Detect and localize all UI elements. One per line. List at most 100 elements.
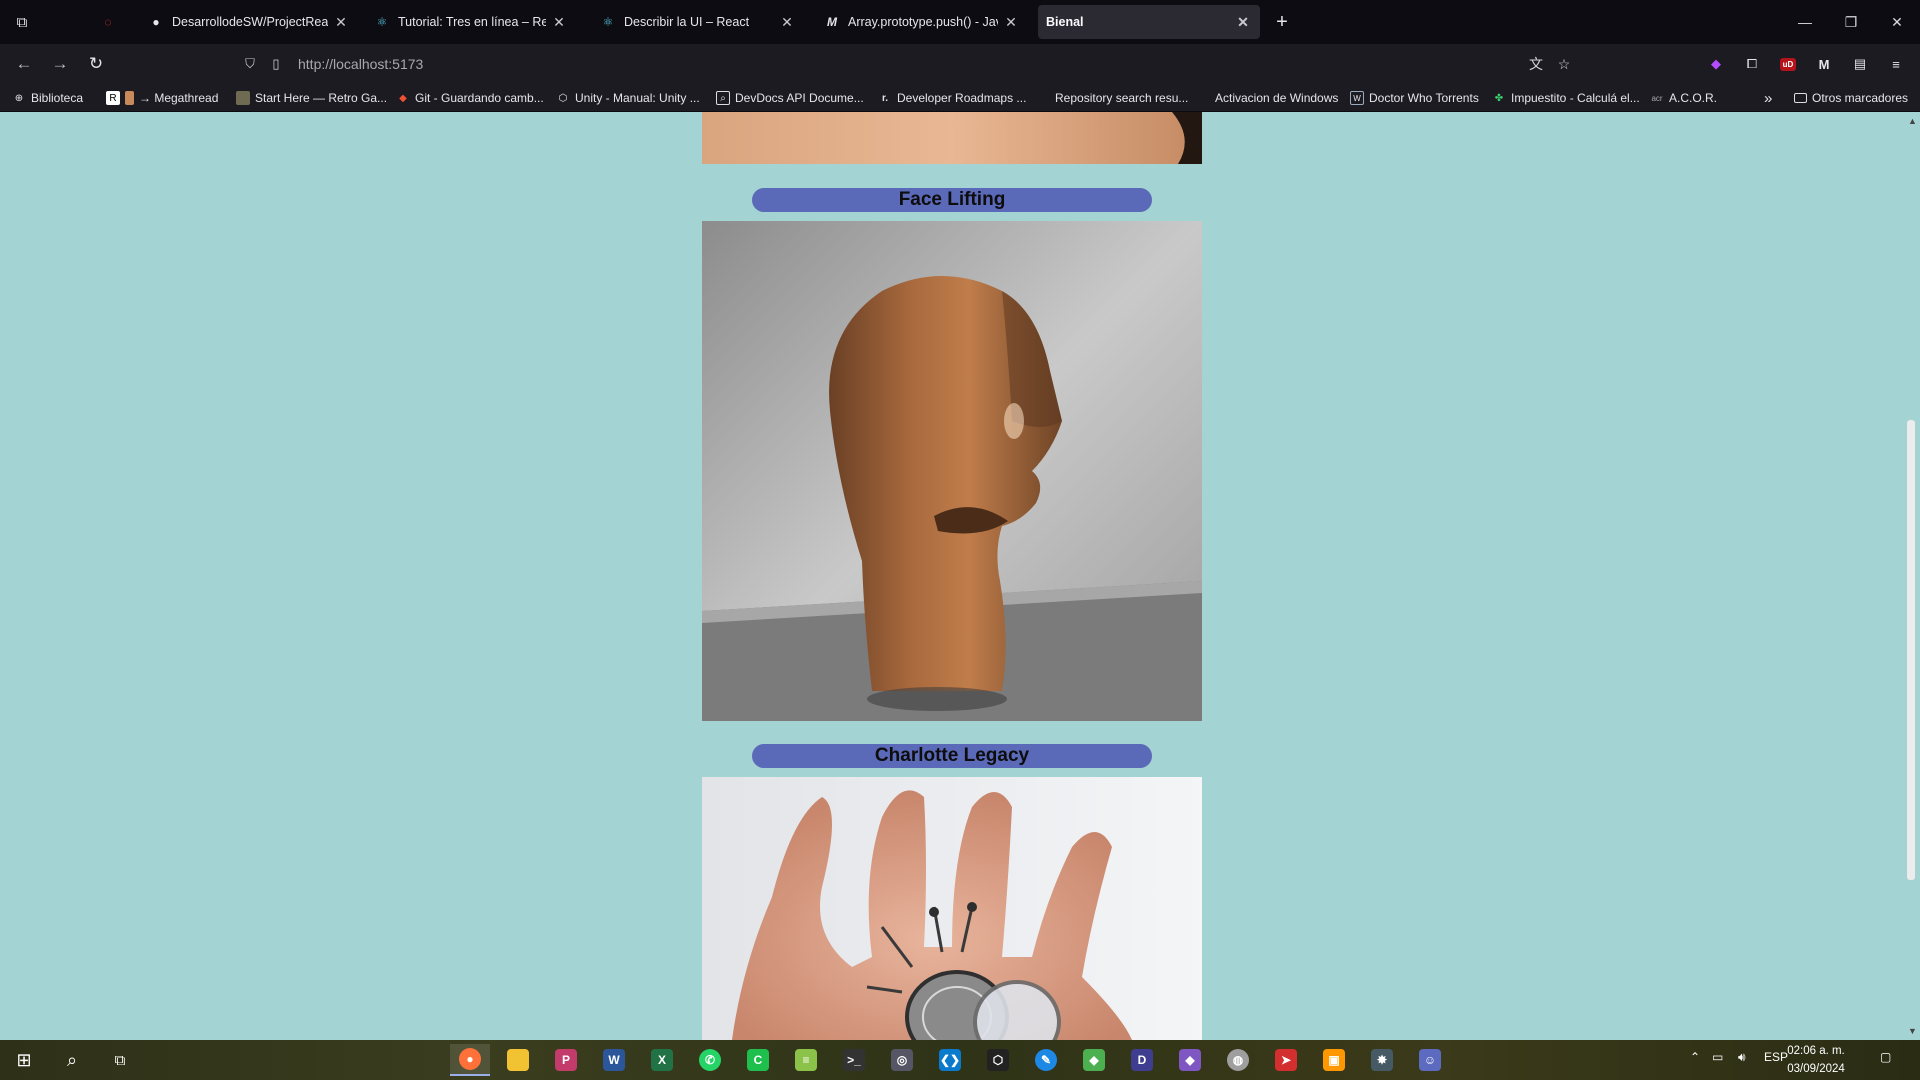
more-bookmarks-button[interactable]: » xyxy=(1764,88,1772,108)
taskbar-app[interactable]: ▣ xyxy=(1314,1044,1354,1076)
bookmark-label: Unity - Manual: Unity ... xyxy=(575,91,700,105)
taskbar-notepad[interactable]: ≡ xyxy=(786,1044,826,1076)
acor-icon: acr xyxy=(1651,93,1663,103)
restore-button[interactable]: ❐ xyxy=(1828,0,1874,44)
extensions-puzzle-icon[interactable]: ⧠ xyxy=(1740,52,1764,76)
url-bar[interactable]: ⛉ ▯ http://localhost:5173 文 ☆ xyxy=(232,48,1582,80)
url-text[interactable]: http://localhost:5173 xyxy=(298,56,423,72)
bookmark-item[interactable]: ⌕ DevDocs API Docume... xyxy=(716,88,864,108)
app-icon: D xyxy=(1131,1049,1153,1071)
bookmark-item[interactable]: W Doctor Who Torrents xyxy=(1350,88,1479,108)
bookmark-star-icon[interactable]: ☆ xyxy=(1552,52,1576,76)
malwarebytes-icon[interactable]: M xyxy=(1812,52,1836,76)
close-tab-icon[interactable]: ✕ xyxy=(550,14,568,31)
unity-icon: ⬡ xyxy=(987,1049,1009,1071)
tab-bar: ⧉ ◌ ● DesarrollodeSW/ProjectReact/B ✕ ⚛ … xyxy=(0,0,1920,44)
app-icon: ✸ xyxy=(1371,1049,1393,1071)
taskbar-editor[interactable]: C xyxy=(738,1044,778,1076)
navigation-toolbar: ← → ↻ ⛉ ▯ http://localhost:5173 文 ☆ ◆ ⧠ … xyxy=(0,44,1920,84)
tab-describir[interactable]: ⚛ Describir la UI – React ✕ xyxy=(592,5,804,39)
devdocs-icon: ⌕ xyxy=(716,91,730,105)
scroll-down-icon[interactable]: ▼ xyxy=(1906,1024,1919,1038)
taskbar-app[interactable]: ◎ xyxy=(882,1044,922,1076)
task-view-icon: ⧉ xyxy=(114,1051,126,1069)
bookmark-item[interactable]: Start Here — Retro Ga... xyxy=(236,88,387,108)
terminal-icon: >_ xyxy=(843,1049,865,1071)
app-icon: ➤ xyxy=(1275,1049,1297,1071)
notifications-icon[interactable]: ▢ xyxy=(1880,1050,1891,1064)
tab-tutorial[interactable]: ⚛ Tutorial: Tres en línea – React ✕ xyxy=(366,5,576,39)
taskbar-file-explorer[interactable] xyxy=(498,1044,538,1076)
taskbar-app[interactable]: ➤ xyxy=(1266,1044,1306,1076)
taskbar-app[interactable]: D xyxy=(1122,1044,1162,1076)
tab-label: Bienal xyxy=(1046,15,1084,29)
translate-icon[interactable]: 文 xyxy=(1524,52,1548,76)
extension-icon[interactable]: ◆ xyxy=(1704,52,1728,76)
close-tab-icon[interactable]: ✕ xyxy=(778,14,796,31)
taskbar-app[interactable]: ◍ xyxy=(1218,1044,1258,1076)
search-button[interactable]: ⌕ xyxy=(52,1044,92,1076)
tab-list-icon: ⧉ xyxy=(16,13,28,31)
ublock-icon[interactable]: uD xyxy=(1776,52,1800,76)
task-view-button[interactable]: ⧉ xyxy=(100,1044,140,1076)
close-tab-icon[interactable]: ✕ xyxy=(1002,14,1020,31)
bookmark-item[interactable]: Activacion de Windows xyxy=(1196,88,1338,108)
close-tab-icon[interactable]: ✕ xyxy=(332,14,350,31)
start-button[interactable]: ⊞ xyxy=(4,1044,44,1076)
bookmark-item[interactable]: ⬡ Unity - Manual: Unity ... xyxy=(556,88,700,108)
bookmark-label: Doctor Who Torrents xyxy=(1369,91,1479,105)
tab-opera[interactable]: ◌ xyxy=(92,5,122,39)
close-tab-icon[interactable]: ✕ xyxy=(1234,14,1252,31)
taskbar-word[interactable]: W xyxy=(594,1044,634,1076)
taskbar-app[interactable]: ◆ xyxy=(1074,1044,1114,1076)
reader-icon[interactable]: ▤ xyxy=(1848,52,1872,76)
other-bookmarks[interactable]: Otros marcadores xyxy=(1794,88,1908,108)
bookmark-item[interactable]: ◆ Git - Guardando camb... xyxy=(396,88,544,108)
notepad-icon: ≡ xyxy=(795,1049,817,1071)
taskbar-vscode[interactable]: ❮❯ xyxy=(930,1044,970,1076)
bookmark-item[interactable]: acr A.C.O.R. xyxy=(1650,88,1717,108)
folder-icon xyxy=(1794,93,1807,103)
tab-array-push[interactable]: M Array.prototype.push() - JavaSc ✕ xyxy=(816,5,1028,39)
windows-icon xyxy=(1196,91,1210,105)
taskbar-excel[interactable]: X xyxy=(642,1044,682,1076)
show-hidden-icons[interactable]: ⌃ xyxy=(1690,1050,1700,1064)
taskbar-app[interactable]: ◆ xyxy=(1170,1044,1210,1076)
scroll-up-icon[interactable]: ▲ xyxy=(1906,114,1919,128)
scrollbar-thumb[interactable] xyxy=(1907,420,1915,880)
menu-icon[interactable]: ≡ xyxy=(1884,52,1908,76)
volume-icon[interactable]: 🔊︎ xyxy=(1738,1050,1746,1065)
tab-bienal[interactable]: Bienal ✕ xyxy=(1038,5,1260,39)
react-icon: ⚛ xyxy=(376,15,388,29)
tab-list-button[interactable]: ⧉ xyxy=(0,0,44,44)
taskbar-terminal[interactable]: >_ xyxy=(834,1044,874,1076)
new-tab-button[interactable]: + xyxy=(1270,10,1294,34)
bookmark-item[interactable]: R → Megathread xyxy=(106,88,218,108)
tab-github[interactable]: ● DesarrollodeSW/ProjectReact/B ✕ xyxy=(140,5,358,39)
minimize-icon: — xyxy=(1798,14,1812,30)
network-icon[interactable]: ▭ xyxy=(1712,1050,1723,1064)
bookmark-item[interactable]: Repository search resu... xyxy=(1036,88,1188,108)
taskbar-whatsapp[interactable]: ✆ xyxy=(690,1044,730,1076)
reload-button[interactable]: ↻ xyxy=(82,50,110,78)
bookmark-item[interactable]: ⊕ Biblioteca xyxy=(12,88,83,108)
bookmark-item[interactable]: r. Developer Roadmaps ... xyxy=(878,88,1026,108)
minimize-button[interactable]: — xyxy=(1782,0,1828,44)
plus-icon: + xyxy=(1276,10,1288,33)
artwork-image xyxy=(702,777,1202,1040)
taskbar-firefox[interactable]: ● xyxy=(450,1044,490,1076)
taskbar-unity[interactable]: ⬡ xyxy=(978,1044,1018,1076)
taskbar-app[interactable]: ☺ xyxy=(1410,1044,1450,1076)
back-button[interactable]: ← xyxy=(10,50,38,78)
taskbar-app[interactable]: P xyxy=(546,1044,586,1076)
taskbar-app[interactable]: ✎ xyxy=(1026,1044,1066,1076)
taskbar-app[interactable]: ✸ xyxy=(1362,1044,1402,1076)
retro-icon xyxy=(236,91,250,105)
bookmark-item[interactable]: ✤ Impuestito - Calculá el... xyxy=(1492,88,1640,108)
app-icon: ◆ xyxy=(1179,1049,1201,1071)
system-clock[interactable]: 02:06 a. m. 03/09/2024 xyxy=(1776,1042,1856,1078)
forward-button[interactable]: → xyxy=(46,50,74,78)
close-window-button[interactable]: ✕ xyxy=(1874,0,1920,44)
shield-icon[interactable]: ⛉ xyxy=(238,52,262,76)
bookmark-label: Activacion de Windows xyxy=(1215,91,1339,105)
